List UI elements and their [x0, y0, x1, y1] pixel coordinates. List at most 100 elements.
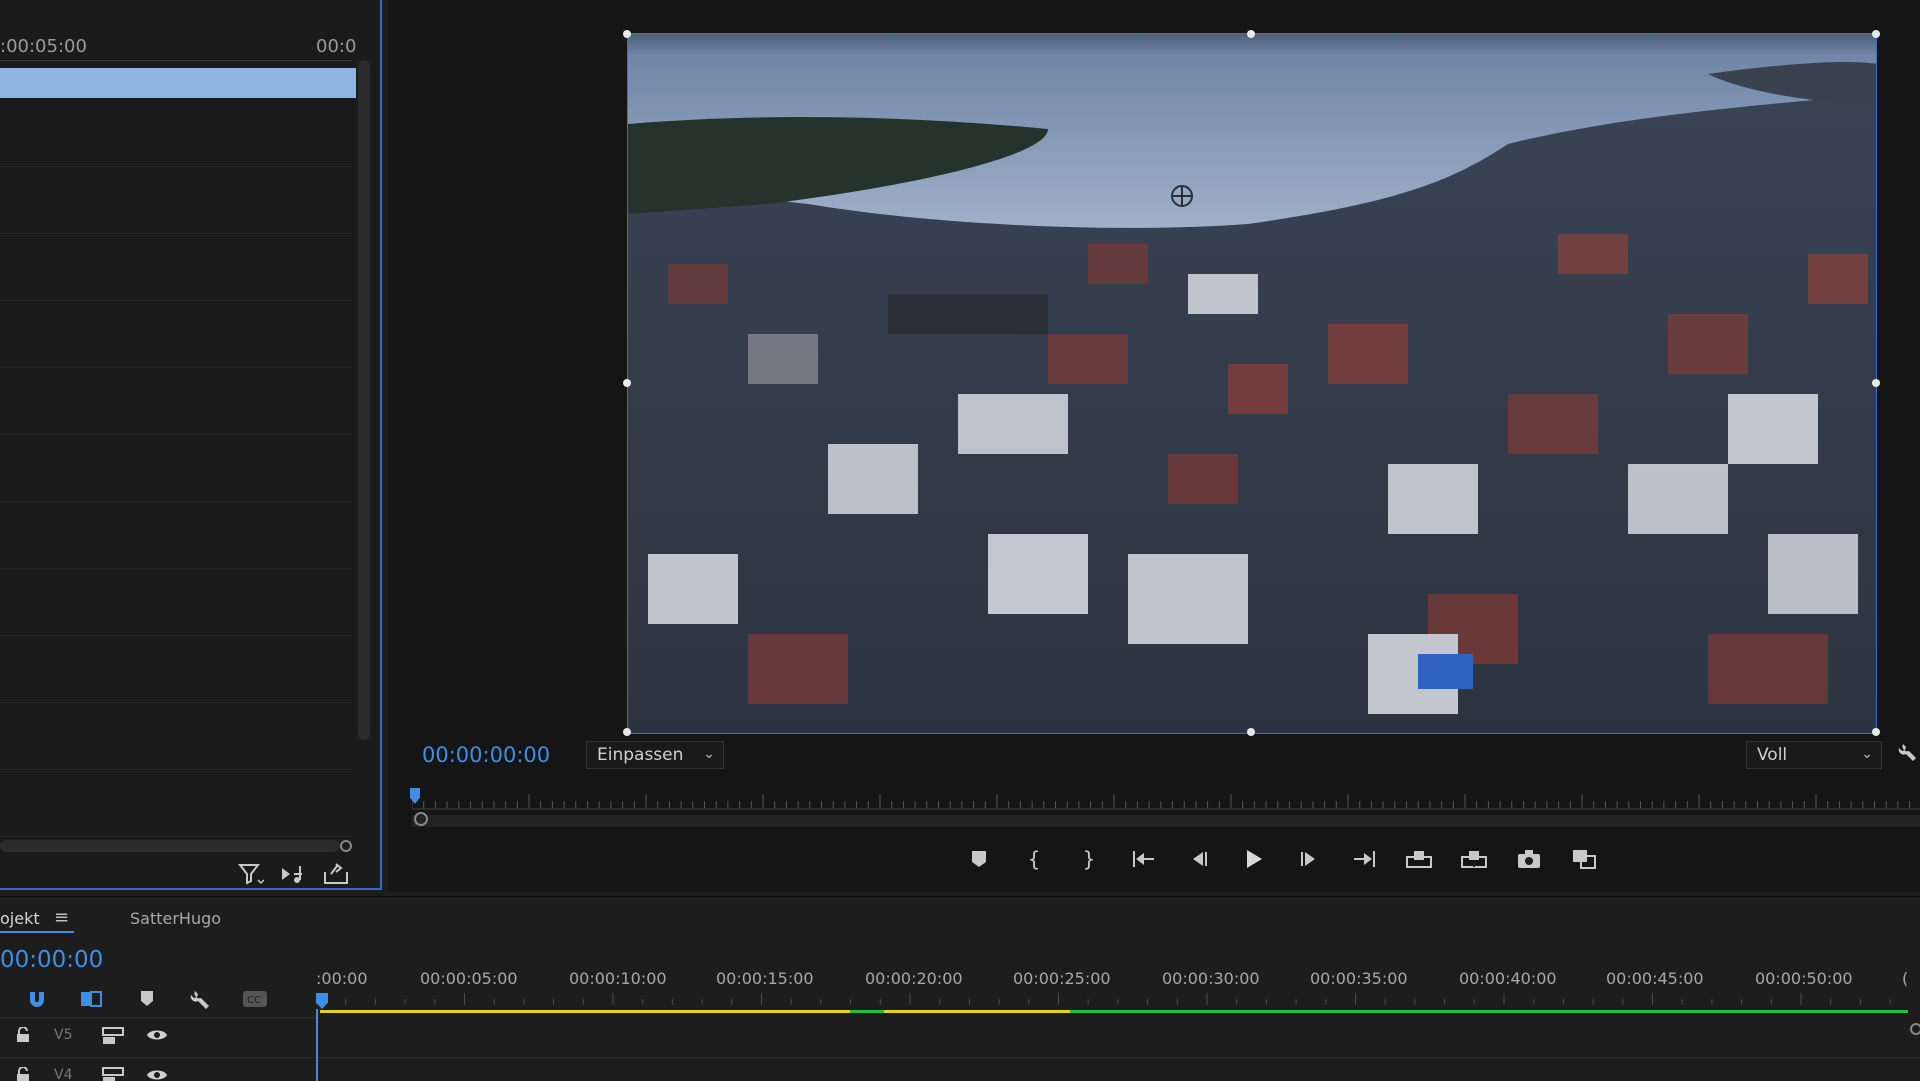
row-divider	[0, 501, 352, 502]
eye-icon[interactable]	[146, 1067, 168, 1081]
video-preview[interactable]	[628, 34, 1877, 734]
timeline-ruler[interactable]: :00:00 00:00:05:00 00:00:10:00 00:00:15:…	[316, 969, 1920, 993]
step-forward-button[interactable]	[1292, 842, 1326, 876]
monitor-zoom-bar[interactable]	[412, 815, 1920, 827]
timeline-panel: ojekt ≡ SatterHugo 00:00:00 CC :00:00 00…	[0, 896, 1920, 1081]
tab-sequence[interactable]: SatterHugo	[130, 909, 221, 928]
zoom-handle[interactable]	[1910, 1023, 1920, 1035]
add-marker-icon[interactable]	[132, 985, 162, 1013]
transport-controls: { }	[962, 842, 1601, 876]
program-timecode[interactable]: 00:00:00:00	[422, 743, 550, 767]
quality-dropdown-value: Voll	[1757, 745, 1788, 765]
wrench-icon[interactable]	[1898, 740, 1918, 764]
render-bar-rendered	[1070, 1010, 1908, 1013]
lock-icon[interactable]	[16, 1027, 30, 1043]
sync-lock-icon[interactable]	[102, 1067, 124, 1081]
transform-handle[interactable]	[623, 30, 631, 38]
ruler-label: 00:00:05:00	[420, 969, 518, 988]
track-header-v5: V5	[0, 1019, 316, 1055]
row-divider	[0, 702, 352, 703]
sequence-timecode[interactable]: 00:00:00	[0, 947, 103, 973]
row-divider	[0, 769, 352, 770]
track-label: V5	[54, 1027, 73, 1043]
row-divider	[0, 367, 352, 368]
insert-icon[interactable]	[280, 862, 308, 886]
wrench-icon[interactable]	[186, 985, 216, 1013]
add-marker-button[interactable]	[962, 842, 996, 876]
compare-view-icon[interactable]	[1567, 842, 1601, 876]
captions-icon[interactable]: CC	[240, 985, 270, 1013]
transform-handle[interactable]	[623, 728, 631, 736]
render-bar-unrendered	[884, 1010, 1070, 1013]
transform-handle[interactable]	[1872, 30, 1880, 38]
track-divider	[0, 1017, 316, 1018]
track-divider	[0, 1057, 316, 1058]
export-icon[interactable]	[322, 862, 350, 886]
fit-dropdown[interactable]: Einpassen ⌄	[586, 741, 724, 769]
track-label: V4	[54, 1067, 73, 1081]
ruler-label: 00:00:10:00	[569, 969, 667, 988]
quality-dropdown[interactable]: Voll ⌄	[1746, 741, 1882, 769]
active-tab-indicator	[0, 931, 74, 933]
ruler-label: 00:00:35:00	[1310, 969, 1408, 988]
horizontal-scrollbar[interactable]	[0, 840, 340, 852]
svg-text:CC: CC	[247, 995, 261, 1006]
source-ruler-label: :00:05:00	[0, 36, 87, 57]
transform-handle[interactable]	[623, 379, 631, 387]
row-divider	[0, 434, 352, 435]
transform-handle[interactable]	[1247, 728, 1255, 736]
transform-handle[interactable]	[1872, 728, 1880, 736]
transform-handle[interactable]	[1247, 30, 1255, 38]
timeline-ticks	[316, 993, 1908, 1005]
zoom-handle[interactable]	[414, 812, 428, 826]
step-back-button[interactable]	[1182, 842, 1216, 876]
row-divider	[0, 300, 352, 301]
eye-icon[interactable]	[146, 1027, 168, 1043]
chevron-down-icon: ⌄	[1861, 746, 1873, 762]
render-bar-unrendered	[320, 1010, 850, 1013]
monitor-time-ruler[interactable]	[412, 792, 1920, 810]
row-divider	[0, 233, 352, 234]
tab-project[interactable]: ojekt	[0, 909, 40, 928]
track-header-v4: V4	[0, 1059, 316, 1081]
zoom-handle[interactable]	[340, 840, 352, 852]
playhead-line	[316, 1009, 318, 1081]
ruler-label: 00:00:20:00	[865, 969, 963, 988]
ruler-label: (	[1902, 969, 1909, 988]
sync-lock-icon[interactable]	[102, 1027, 124, 1045]
camera-icon[interactable]	[1512, 842, 1546, 876]
menu-icon[interactable]: ≡	[54, 907, 69, 928]
extract-button[interactable]	[1457, 842, 1491, 876]
fit-dropdown-value: Einpassen	[597, 745, 684, 765]
row-divider	[0, 166, 352, 167]
ruler-label: 00:00:30:00	[1162, 969, 1260, 988]
row-divider	[0, 568, 352, 569]
source-clip-bar[interactable]	[0, 68, 356, 98]
ruler-label: 00:00:45:00	[1606, 969, 1704, 988]
mark-out-icon: }	[1082, 847, 1096, 871]
render-bar-rendered	[850, 1010, 884, 1013]
filter-icon[interactable]	[238, 862, 264, 886]
ruler-label: 00:00:50:00	[1755, 969, 1853, 988]
vertical-scrollbar[interactable]	[358, 60, 370, 740]
track-divider	[318, 1057, 1920, 1058]
play-button[interactable]	[1237, 842, 1271, 876]
row-divider	[0, 836, 352, 837]
row-divider	[0, 635, 352, 636]
ruler-label: 00:00:40:00	[1459, 969, 1557, 988]
ruler-label: :00:00	[316, 969, 368, 988]
source-panel: :00:05:00 00:0	[0, 0, 382, 890]
go-to-in-button[interactable]	[1127, 842, 1161, 876]
mark-in-button[interactable]: {	[1017, 842, 1051, 876]
timeline-playhead[interactable]	[316, 993, 328, 1009]
transform-handle[interactable]	[1872, 379, 1880, 387]
mark-in-icon: {	[1027, 847, 1041, 871]
mark-out-button[interactable]: }	[1072, 842, 1106, 876]
ruler-label: 00:00:15:00	[716, 969, 814, 988]
lock-icon[interactable]	[16, 1067, 30, 1081]
chevron-down-icon: ⌄	[703, 746, 715, 762]
linked-selection-icon[interactable]	[76, 985, 106, 1013]
go-to-out-button[interactable]	[1347, 842, 1381, 876]
lift-button[interactable]	[1402, 842, 1436, 876]
snap-icon[interactable]	[22, 985, 52, 1013]
